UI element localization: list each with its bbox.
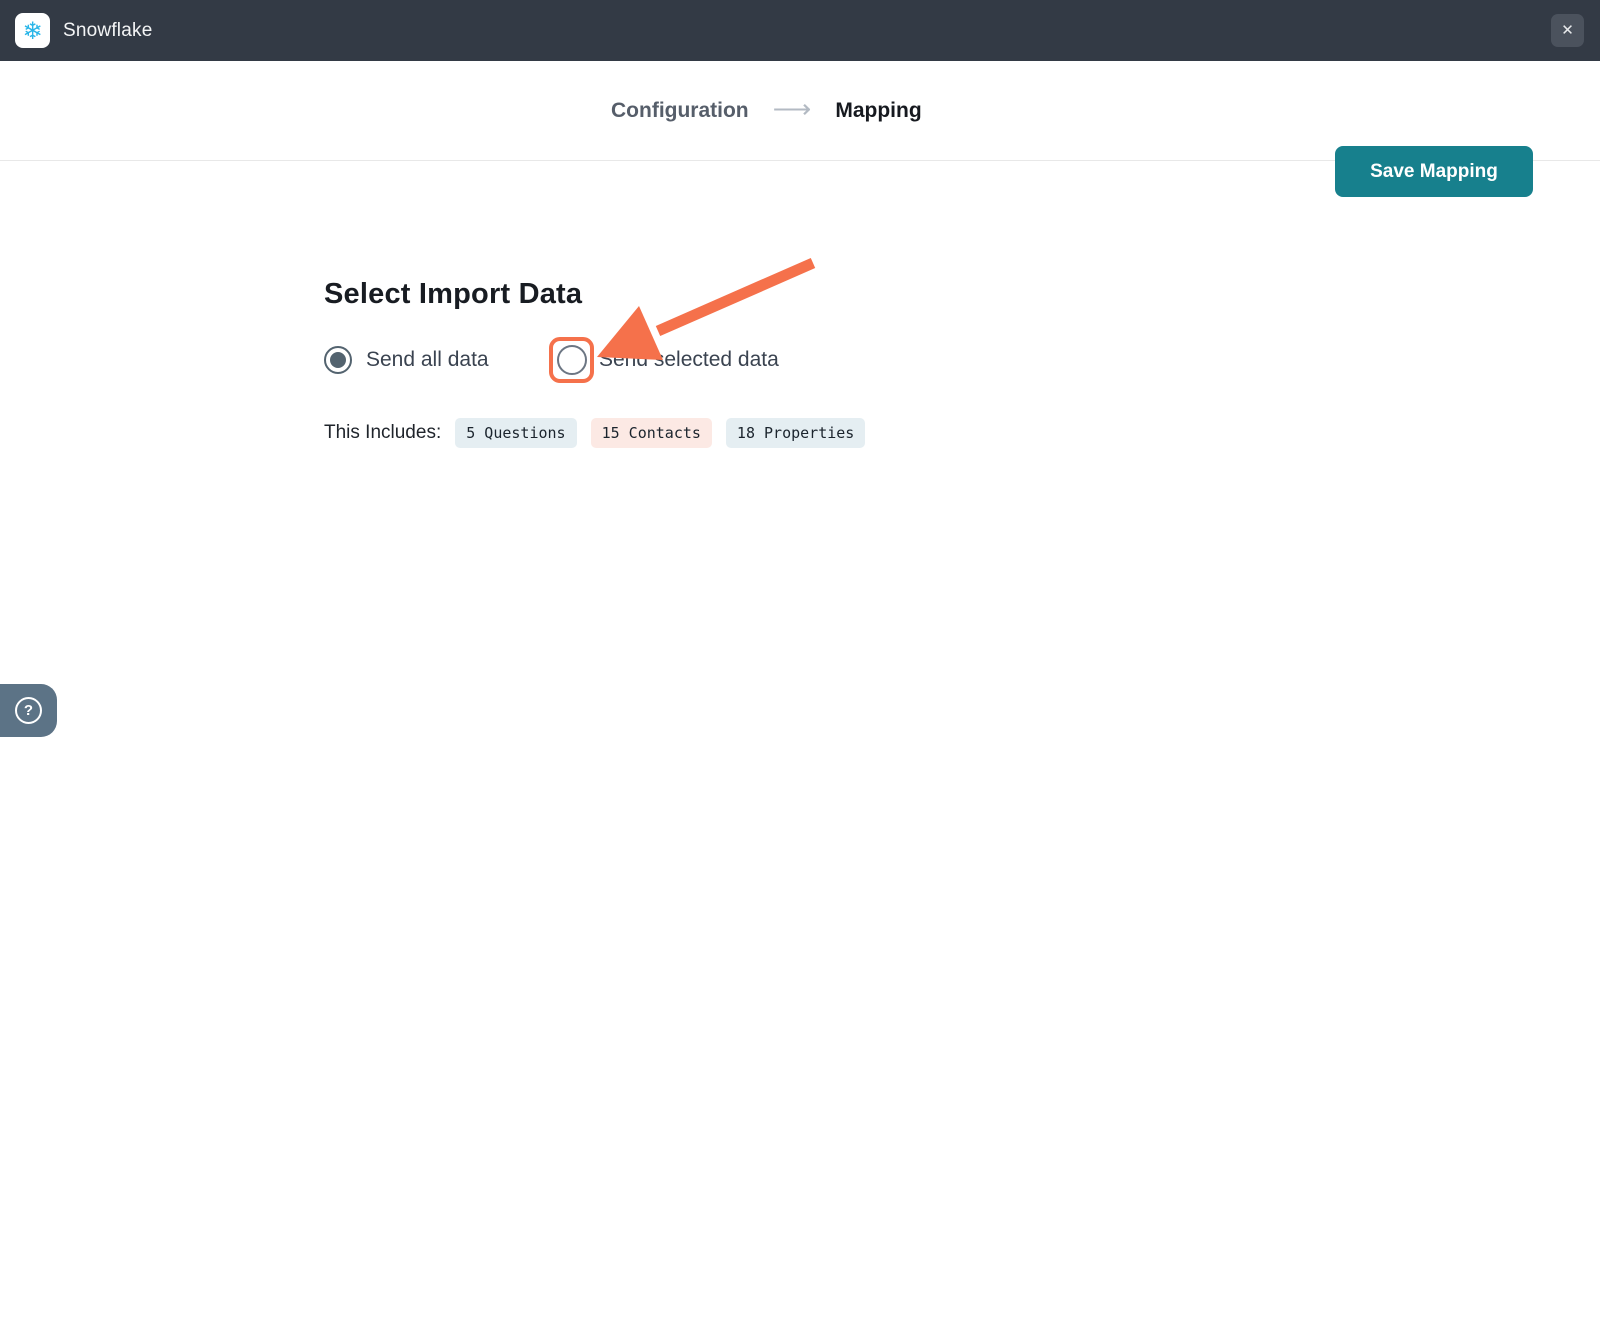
annotation-highlight-box [549, 337, 594, 383]
radio-option-send-all-data[interactable]: Send all data [324, 337, 489, 383]
radio-selected-icon[interactable] [324, 346, 352, 374]
badge-questions: 5 Questions [455, 418, 576, 448]
radio-option-send-selected-data[interactable]: Send selected data [549, 337, 779, 383]
step-mapping[interactable]: Mapping [835, 99, 921, 123]
snowflake-import-modal: ❄ Snowflake ✕ Configuration ⟶ Mapping Sa… [0, 0, 1600, 1321]
help-button[interactable]: ? [0, 684, 57, 737]
close-button[interactable]: ✕ [1551, 14, 1584, 47]
radio-unselected-icon[interactable] [557, 345, 587, 375]
radio-dot [330, 352, 346, 368]
stepper: Configuration ⟶ Mapping [611, 61, 922, 161]
radio-label[interactable]: Send selected data [599, 348, 779, 372]
badge-contacts: 15 Contacts [591, 418, 712, 448]
step-configuration[interactable]: Configuration [611, 99, 749, 123]
header: Configuration ⟶ Mapping Save Mapping [0, 61, 1600, 161]
page-title: Select Import Data [324, 278, 582, 311]
app-title: Snowflake [63, 20, 152, 42]
snowflake-logo: ❄ [15, 13, 50, 48]
annotation-arrow [0, 0, 1600, 1321]
snowflake-icon: ❄ [22, 19, 42, 43]
help-question-icon: ? [15, 697, 42, 724]
badge-properties: 18 Properties [726, 418, 865, 448]
includes-label: This Includes: [324, 422, 441, 444]
includes-row: This Includes: 5 Questions 15 Contacts 1… [324, 418, 865, 448]
stepper-arrow-icon: ⟶ [773, 96, 812, 127]
close-icon: ✕ [1561, 23, 1574, 38]
radio-label[interactable]: Send all data [366, 348, 489, 372]
topbar: ❄ Snowflake ✕ [0, 0, 1600, 61]
save-mapping-button[interactable]: Save Mapping [1335, 146, 1533, 197]
